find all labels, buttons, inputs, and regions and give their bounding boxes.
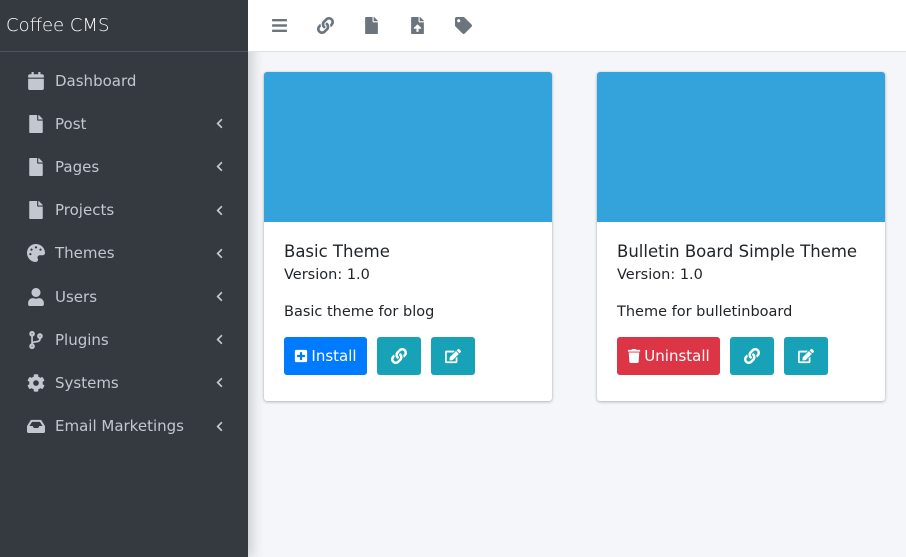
link-icon: [316, 17, 334, 34]
plus-square-icon: [294, 349, 308, 363]
theme-edit-button[interactable]: [431, 337, 475, 375]
code-branch-icon: [26, 330, 46, 350]
sidebar-item-label: Post: [55, 114, 87, 133]
chevron-left-icon: [214, 162, 224, 172]
file-icon: [26, 157, 46, 177]
edit-icon: [445, 348, 461, 364]
sidebar-item-label: Dashboard: [55, 71, 137, 90]
top-toolbar: [248, 0, 906, 52]
sidebar-item-dashboard[interactable]: Dashboard: [0, 59, 248, 102]
sidebar-item-projects[interactable]: Projects: [0, 189, 248, 232]
user-icon: [26, 287, 46, 307]
sidebar-item-plugins[interactable]: Plugins: [0, 318, 248, 361]
tag-button[interactable]: [454, 17, 472, 35]
sidebar-item-email-marketings[interactable]: Email Marketings: [0, 405, 248, 448]
file-icon: [364, 17, 378, 34]
tag-icon: [454, 17, 472, 34]
sidebar-item-label: Pages: [55, 157, 100, 176]
theme-card-body: Basic Theme Version: 1.0 Basic theme for…: [264, 222, 552, 393]
chevron-left-icon: [214, 291, 224, 302]
link-icon: [391, 348, 407, 364]
theme-preview-image: [264, 72, 552, 222]
link-icon: [744, 348, 760, 364]
menu-toggle-button[interactable]: [270, 17, 288, 35]
sidebar: Coffee CMS Dashboard Post Pages Projects…: [0, 0, 248, 557]
theme-preview-image: [597, 72, 885, 222]
chevron-left-icon: [214, 248, 224, 259]
sidebar-item-themes[interactable]: Themes: [0, 232, 248, 275]
chevron-left-icon: [214, 205, 224, 215]
uninstall-button[interactable]: Uninstall: [617, 337, 720, 375]
file-icon: [26, 200, 46, 220]
chevron-left-icon: [214, 378, 224, 388]
chevron-left-icon: [214, 335, 224, 345]
file-icon: [26, 114, 46, 134]
theme-actions: Uninstall: [617, 337, 865, 375]
link-button[interactable]: [316, 17, 334, 35]
sidebar-nav: Dashboard Post Pages Projects Themes Use…: [0, 52, 248, 448]
sidebar-item-label: Themes: [55, 244, 115, 263]
theme-card: Basic Theme Version: 1.0 Basic theme for…: [264, 72, 552, 401]
chevron-left-icon: [214, 421, 224, 431]
trash-icon: [627, 349, 641, 363]
sidebar-item-label: Plugins: [55, 330, 109, 349]
install-button-label: Install: [311, 347, 357, 365]
sidebar-item-label: Systems: [55, 373, 119, 392]
sidebar-item-label: Projects: [55, 201, 115, 220]
sidebar-item-users[interactable]: Users: [0, 275, 248, 318]
sidebar-item-systems[interactable]: Systems: [0, 361, 248, 404]
gear-icon: [26, 373, 46, 393]
menu-icon: [271, 18, 287, 33]
sidebar-item-label: Email Marketings: [55, 417, 184, 436]
install-button[interactable]: Install: [284, 337, 367, 375]
calendar-icon: [26, 71, 46, 91]
file-upload-icon: [410, 17, 424, 34]
brand-title[interactable]: Coffee CMS: [0, 0, 248, 52]
theme-description: Basic theme for blog: [284, 304, 435, 320]
sidebar-item-post[interactable]: Post: [0, 102, 248, 145]
theme-version: Version: 1.0: [617, 267, 703, 283]
upload-file-button[interactable]: [408, 17, 426, 35]
uninstall-button-label: Uninstall: [644, 347, 710, 365]
sidebar-item-pages[interactable]: Pages: [0, 145, 248, 188]
theme-title: Basic Theme: [284, 242, 390, 261]
theme-card-body: Bulletin Board Simple Theme Version: 1.0…: [597, 222, 885, 393]
sidebar-item-label: Users: [55, 287, 98, 306]
theme-edit-button[interactable]: [784, 337, 828, 375]
palette-icon: [26, 243, 46, 263]
theme-title: Bulletin Board Simple Theme: [617, 242, 858, 261]
theme-version: Version: 1.0: [284, 267, 370, 283]
theme-link-button[interactable]: [377, 337, 421, 375]
theme-description: Theme for bulletinboard: [617, 304, 793, 320]
theme-link-button[interactable]: [730, 337, 774, 375]
edit-icon: [798, 348, 814, 364]
theme-actions: Install: [284, 337, 532, 375]
file-button[interactable]: [362, 17, 380, 35]
inbox-icon: [26, 416, 46, 436]
chevron-left-icon: [214, 119, 224, 129]
theme-card: Bulletin Board Simple Theme Version: 1.0…: [597, 72, 885, 401]
